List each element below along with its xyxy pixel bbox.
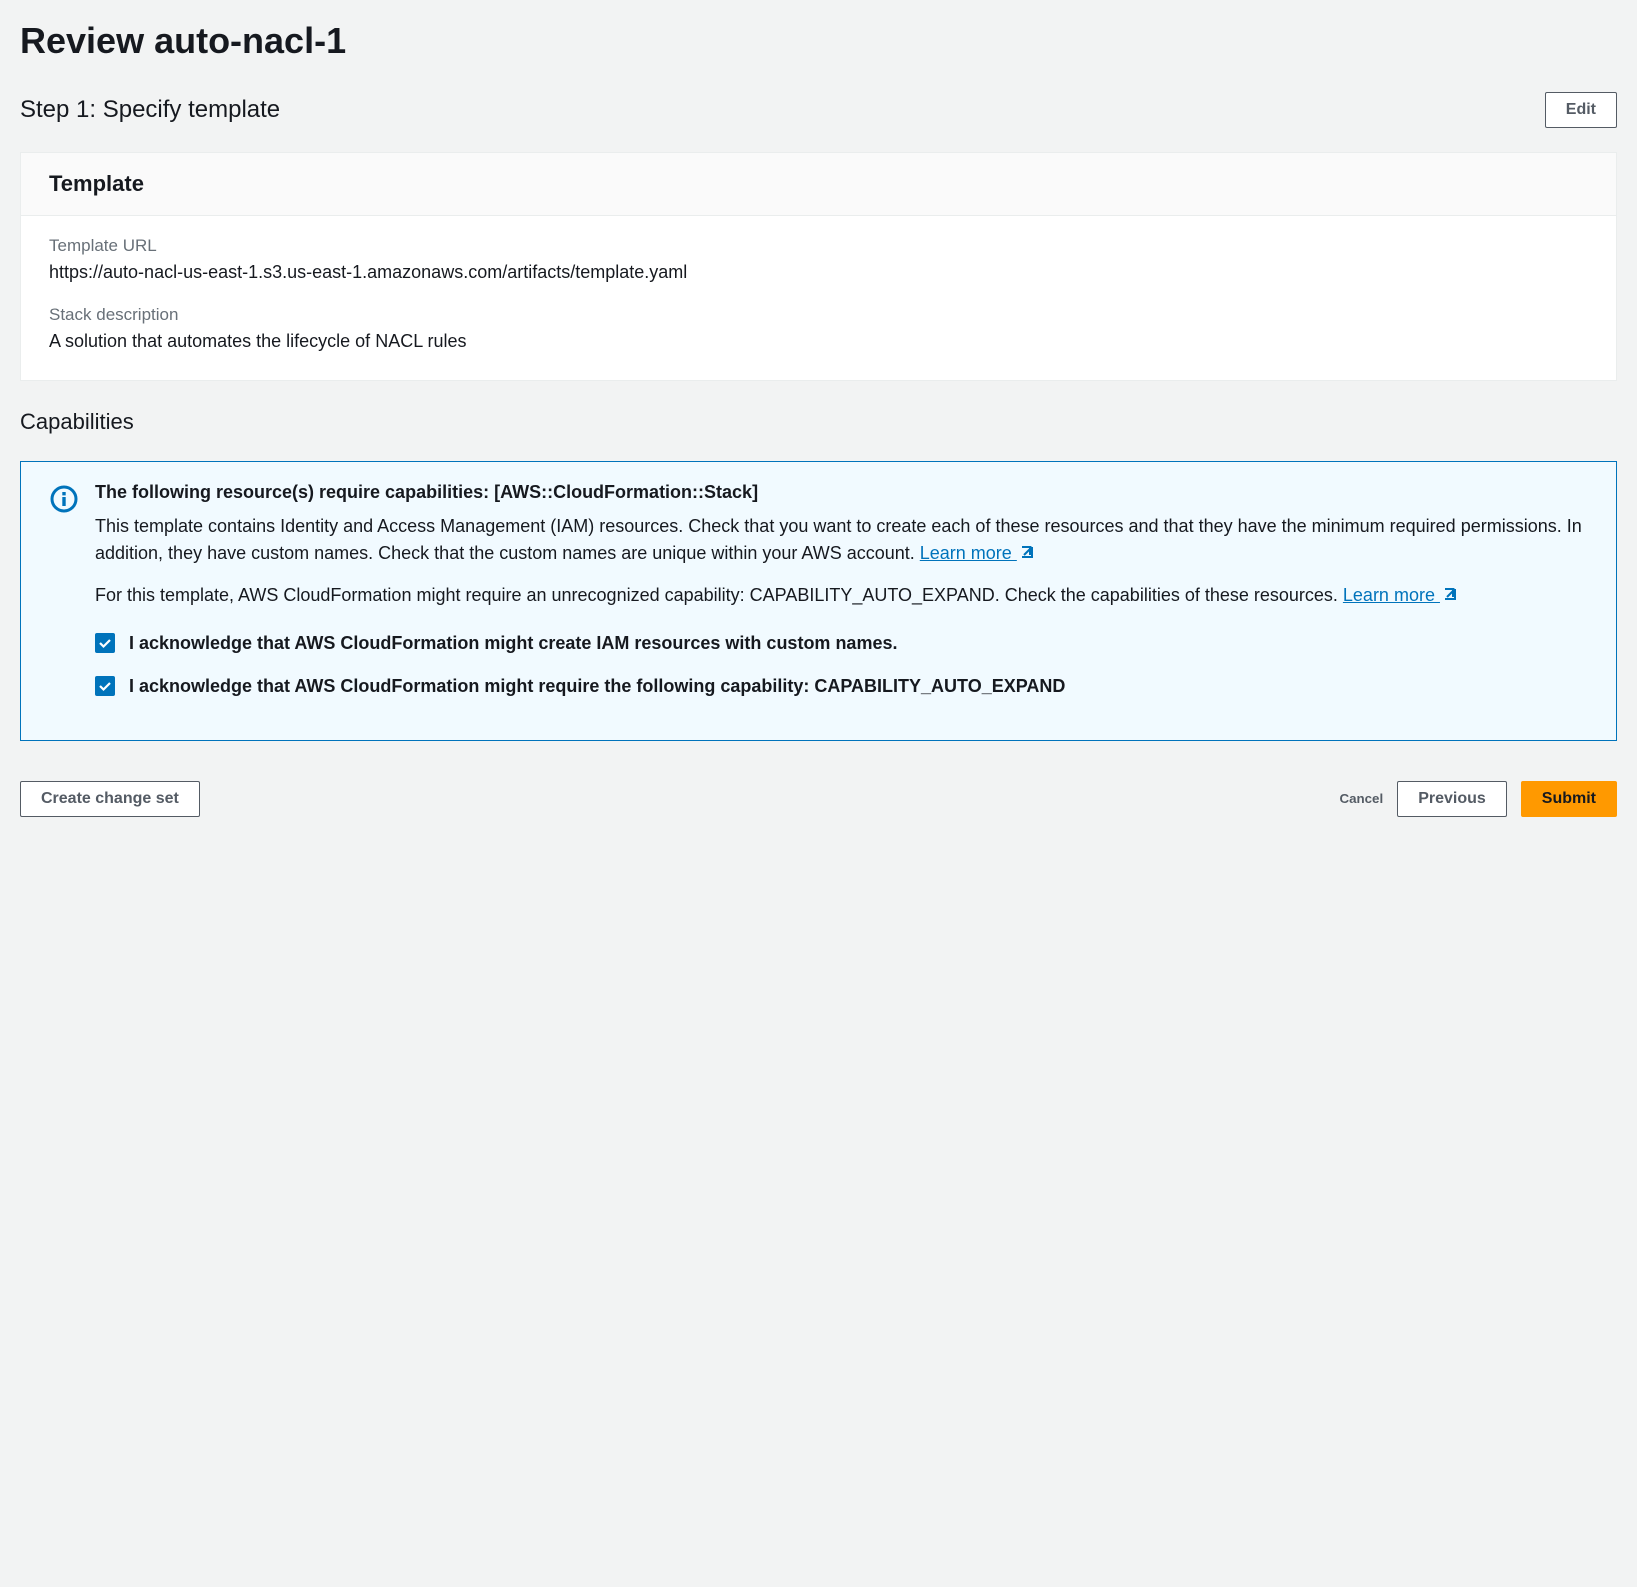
edit-button[interactable]: Edit: [1545, 92, 1617, 128]
footer-right: Cancel Previous Submit: [1339, 781, 1617, 817]
learn-more-link-1[interactable]: Learn more: [920, 543, 1035, 563]
ack-checkbox-2[interactable]: [95, 676, 115, 696]
info-icon: [49, 482, 79, 716]
info-para1-text: This template contains Identity and Acce…: [95, 516, 1582, 563]
external-link-icon: [1442, 583, 1458, 610]
create-change-set-button[interactable]: Create change set: [20, 781, 200, 817]
template-url-value: https://auto-nacl-us-east-1.s3.us-east-1…: [49, 262, 1588, 283]
acknowledgement-item-1: I acknowledge that AWS CloudFormation mi…: [95, 630, 1588, 657]
submit-button[interactable]: Submit: [1521, 781, 1617, 817]
learn-more-link-2[interactable]: Learn more: [1343, 585, 1458, 605]
previous-button[interactable]: Previous: [1397, 781, 1507, 817]
page-title: Review auto-nacl-1: [20, 20, 1617, 62]
info-paragraph-2: For this template, AWS CloudFormation mi…: [95, 582, 1588, 610]
stack-description-value: A solution that automates the lifecycle …: [49, 331, 1588, 352]
ack-label-2[interactable]: I acknowledge that AWS CloudFormation mi…: [129, 673, 1065, 700]
footer-left: Create change set: [20, 781, 200, 817]
template-panel-body: Template URL https://auto-nacl-us-east-1…: [21, 216, 1616, 380]
template-panel-header: Template: [21, 153, 1616, 216]
ack-label-1[interactable]: I acknowledge that AWS CloudFormation mi…: [129, 630, 897, 657]
template-url-label: Template URL: [49, 236, 1588, 256]
step-header-row: Step 1: Specify template Edit: [20, 92, 1617, 128]
step-title: Step 1: Specify template: [20, 96, 280, 124]
template-url-field: Template URL https://auto-nacl-us-east-1…: [49, 236, 1588, 283]
info-content: The following resource(s) require capabi…: [95, 482, 1588, 716]
stack-description-field: Stack description A solution that automa…: [49, 305, 1588, 352]
learn-more-label-2: Learn more: [1343, 585, 1440, 605]
ack-checkbox-1[interactable]: [95, 633, 115, 653]
capabilities-info-box: The following resource(s) require capabi…: [20, 461, 1617, 741]
capabilities-heading: Capabilities: [20, 409, 1617, 435]
template-panel: Template Template URL https://auto-nacl-…: [20, 152, 1617, 381]
cancel-button[interactable]: Cancel: [1339, 791, 1383, 806]
learn-more-label-1: Learn more: [920, 543, 1017, 563]
template-panel-heading: Template: [49, 171, 1588, 197]
acknowledgement-item-2: I acknowledge that AWS CloudFormation mi…: [95, 673, 1588, 700]
info-paragraph-1: This template contains Identity and Acce…: [95, 513, 1588, 568]
stack-description-label: Stack description: [49, 305, 1588, 325]
footer-actions: Create change set Cancel Previous Submit: [20, 781, 1617, 817]
external-link-icon: [1019, 541, 1035, 568]
info-title: The following resource(s) require capabi…: [95, 482, 1588, 503]
acknowledgement-list: I acknowledge that AWS CloudFormation mi…: [95, 630, 1588, 700]
info-para2-text: For this template, AWS CloudFormation mi…: [95, 585, 1343, 605]
